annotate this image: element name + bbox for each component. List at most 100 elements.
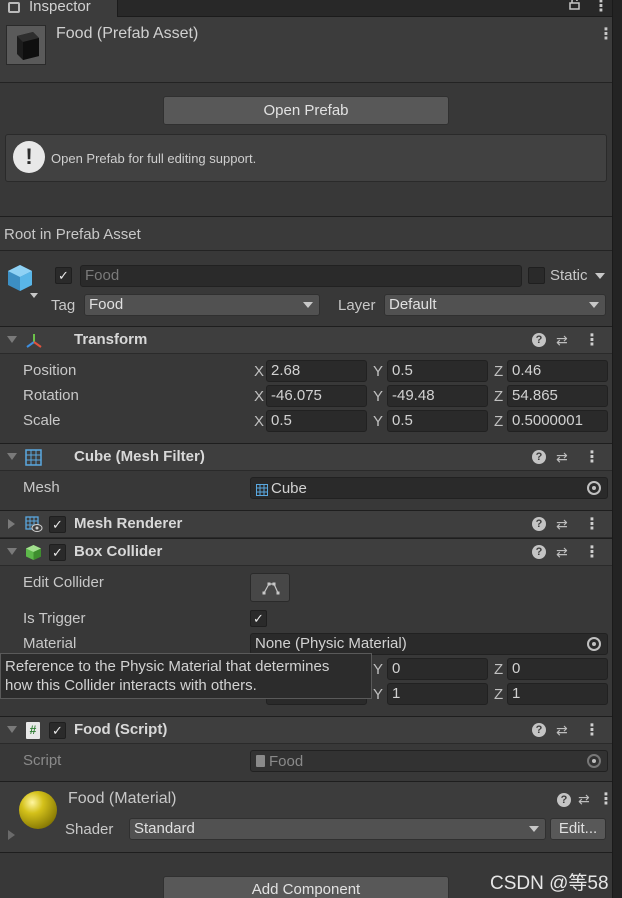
center-z-field[interactable]: 0 — [507, 658, 608, 680]
foldout-arrow-icon[interactable] — [7, 453, 17, 460]
axis-x-label: X — [254, 413, 265, 430]
script-title: Food (Script) — [74, 721, 168, 738]
object-picker-icon — [587, 754, 601, 768]
shader-dropdown[interactable]: Standard — [129, 818, 546, 840]
position-y-field[interactable]: 0.5 — [387, 360, 488, 382]
axis-y-label: Y — [373, 413, 384, 430]
header-icons: ? ⇄ ⋮ — [532, 332, 602, 350]
preset-icon[interactable]: ⇄ — [556, 722, 568, 739]
component-menu-icon[interactable]: ⋮ — [584, 447, 600, 467]
edit-collider-label: Edit Collider — [23, 574, 104, 591]
foldout-arrow-icon[interactable] — [7, 548, 17, 555]
preset-icon[interactable]: ⇄ — [556, 544, 568, 561]
scale-x-field[interactable]: 0.5 — [266, 410, 367, 432]
rotation-y-field[interactable]: -49.48 — [387, 385, 488, 407]
foldout-arrow-icon[interactable] — [7, 726, 17, 733]
component-menu-icon[interactable]: ⋮ — [584, 330, 600, 350]
add-component-button[interactable]: Add Component — [163, 876, 449, 898]
help-icon[interactable]: ? — [532, 545, 546, 559]
axis-z-label: Z — [494, 413, 504, 430]
tag-dropdown[interactable]: Food — [84, 294, 320, 316]
object-picker-icon[interactable] — [587, 637, 601, 651]
window-edge — [612, 0, 622, 898]
scale-y-field[interactable]: 0.5 — [387, 410, 488, 432]
mesh-renderer-enabled-checkbox[interactable]: ✓ — [49, 516, 66, 533]
mesh-filter-title: Cube (Mesh Filter) — [74, 448, 205, 465]
physic-material-field[interactable]: None (Physic Material) — [250, 633, 608, 655]
help-icon[interactable]: ? — [532, 723, 546, 737]
help-icon[interactable]: ? — [532, 517, 546, 531]
mesh-value: Cube — [271, 480, 307, 497]
preset-icon[interactable]: ⇄ — [556, 449, 568, 466]
edit-collider-button[interactable] — [250, 573, 290, 602]
header-icons: ? ⇄ ⋮ — [532, 516, 602, 534]
static-label[interactable]: Static — [550, 267, 588, 284]
help-icon[interactable]: ? — [532, 333, 546, 347]
tag-value: Food — [89, 296, 124, 313]
foldout-arrow-icon[interactable] — [7, 336, 17, 343]
lock-icon[interactable] — [569, 0, 580, 10]
tooltip: Reference to the Physic Material that de… — [0, 653, 372, 699]
size-y-field[interactable]: 1 — [387, 683, 488, 705]
component-menu-icon[interactable]: ⋮ — [584, 542, 600, 562]
material-label: Material — [23, 635, 77, 652]
shader-edit-button[interactable]: Edit... — [550, 818, 606, 840]
open-prefab-button[interactable]: Open Prefab — [163, 96, 449, 125]
header-icons: ? ⇄ ⋮ — [532, 449, 602, 467]
component-menu-icon[interactable]: ⋮ — [584, 720, 600, 740]
foldout-arrow-icon[interactable] — [8, 830, 15, 840]
gameobject-active-checkbox[interactable]: ✓ — [55, 267, 72, 284]
material-sphere-icon — [19, 791, 57, 829]
center-y-field[interactable]: 0 — [387, 658, 488, 680]
chevron-down-icon — [589, 302, 599, 308]
static-checkbox[interactable] — [528, 267, 545, 284]
preset-icon[interactable]: ⇄ — [556, 516, 568, 533]
rotation-label: Rotation — [23, 387, 79, 404]
asset-name: Food (Prefab Asset) — [56, 25, 199, 42]
static-dropdown-icon[interactable] — [595, 273, 605, 279]
preset-icon[interactable]: ⇄ — [578, 791, 590, 808]
help-icon[interactable]: ? — [532, 450, 546, 464]
tag-label: Tag — [51, 297, 76, 314]
foldout-arrow-icon[interactable] — [8, 519, 15, 529]
component-menu-icon[interactable]: ⋮ — [584, 514, 600, 534]
box-collider-enabled-checkbox[interactable]: ✓ — [49, 544, 66, 561]
tab-menu-icon[interactable]: ⋮ — [593, 0, 609, 16]
asset-menu-icon[interactable]: ⋮ — [598, 24, 612, 44]
script-enabled-checkbox[interactable]: ✓ — [49, 722, 66, 739]
axis-z-label: Z — [494, 388, 504, 405]
script-header[interactable]: # ✓ Food (Script) ? ⇄ ⋮ — [0, 716, 612, 744]
help-icon[interactable]: ? — [557, 793, 571, 807]
is-trigger-checkbox[interactable]: ✓ — [250, 610, 267, 627]
scale-z-field[interactable]: 0.5000001 — [507, 410, 608, 432]
rotation-z-field[interactable]: 54.865 — [507, 385, 608, 407]
tab-bar: Inspector ⋮ — [0, 0, 612, 17]
size-z-field[interactable]: 1 — [507, 683, 608, 705]
position-z-field[interactable]: 0.46 — [507, 360, 608, 382]
axis-y-label: Y — [373, 388, 384, 405]
transform-title: Transform — [74, 331, 148, 348]
material-menu-icon[interactable]: ⋮ — [598, 789, 612, 809]
tab-inspector[interactable]: Inspector — [0, 0, 118, 17]
preset-icon[interactable]: ⇄ — [556, 332, 568, 349]
gameobject-icon[interactable] — [6, 263, 38, 298]
info-icon: ! — [13, 141, 45, 173]
mesh-filter-header[interactable]: Cube (Mesh Filter) ? ⇄ ⋮ — [0, 443, 612, 471]
mesh-object-field[interactable]: Cube — [250, 477, 608, 499]
rotation-x-field[interactable]: -46.075 — [266, 385, 367, 407]
box-collider-header[interactable]: ✓ Box Collider ? ⇄ ⋮ — [0, 538, 612, 566]
axis-y-label: Y — [373, 363, 384, 380]
layer-dropdown[interactable]: Default — [384, 294, 606, 316]
root-label-bar: Root in Prefab Asset — [0, 217, 612, 251]
transform-header[interactable]: Transform ? ⇄ ⋮ — [0, 326, 612, 354]
info-text: Open Prefab for full editing support. — [51, 151, 257, 166]
object-picker-icon[interactable] — [587, 481, 601, 495]
layer-label: Layer — [338, 297, 376, 314]
tooltip-line-2: how this Collider interacts with others. — [5, 677, 257, 694]
inspector-panel: Inspector ⋮ Food (Prefab Asset) ⋮ Open P… — [0, 0, 612, 898]
gameobject-name-field[interactable]: Food — [80, 265, 522, 287]
mesh-renderer-header[interactable]: ✓ Mesh Renderer ? ⇄ ⋮ — [0, 510, 612, 538]
chevron-down-icon — [529, 826, 539, 832]
axis-y-label: Y — [373, 686, 384, 703]
position-x-field[interactable]: 2.68 — [266, 360, 367, 382]
